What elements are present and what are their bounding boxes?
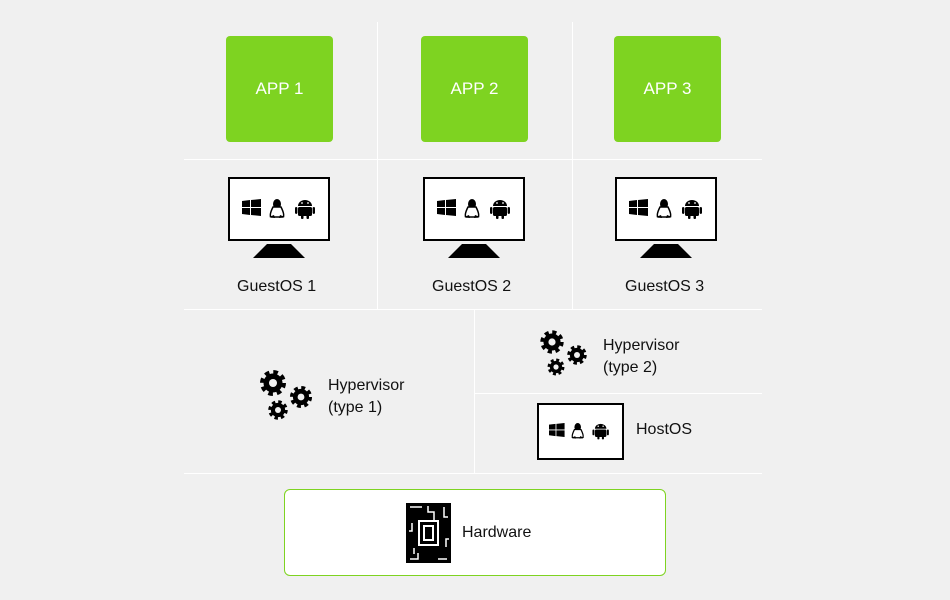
hypervisor-type1-line2: (type 1) bbox=[328, 399, 383, 416]
hostos-label: HostOS bbox=[636, 421, 693, 438]
hypervisor-type2-line1: Hypervisor bbox=[603, 337, 680, 354]
hypervisor-type2-line2: (type 2) bbox=[603, 359, 658, 376]
hypervisor-type2-label: Hypervisor (type 2) bbox=[603, 335, 679, 379]
virtualization-diagram: APP 1 APP 2 APP 3 GuestOS 1 GuestOS 2 Gu… bbox=[0, 0, 950, 600]
chip-icon bbox=[406, 503, 451, 563]
hypervisor-type1-label: Hypervisor (type 1) bbox=[328, 375, 404, 419]
hostos-os-box bbox=[537, 403, 624, 460]
guest-monitor-icon bbox=[228, 177, 330, 258]
gears-icon bbox=[254, 364, 318, 426]
guestos-2-label: GuestOS 2 bbox=[432, 278, 512, 295]
guestos-1-label: GuestOS 1 bbox=[237, 278, 317, 295]
gears-icon bbox=[535, 325, 591, 376]
hypervisor-type1-line1: Hypervisor bbox=[328, 377, 405, 394]
guest-monitor-icon bbox=[615, 177, 717, 258]
hardware-box: Hardware bbox=[284, 489, 666, 576]
hardware-label: Hardware bbox=[462, 524, 532, 541]
guest-monitor-icon bbox=[423, 177, 525, 258]
os-icons bbox=[548, 422, 610, 441]
app-2-box: APP 2 bbox=[421, 36, 528, 142]
guestos-3-label: GuestOS 3 bbox=[625, 278, 705, 295]
app-3-box: APP 3 bbox=[614, 36, 721, 142]
app-1-box: APP 1 bbox=[226, 36, 333, 142]
